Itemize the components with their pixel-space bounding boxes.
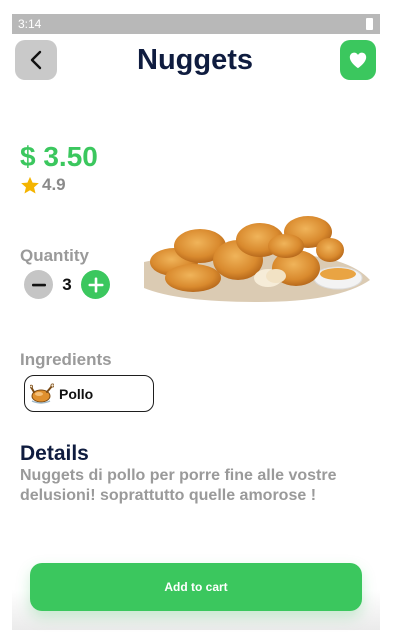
add-to-cart-label: Add to cart (164, 580, 228, 594)
star-icon (21, 176, 39, 194)
roast-chicken-icon (30, 383, 54, 404)
details-title: Details (20, 442, 89, 465)
battery-icon (366, 18, 373, 30)
page-title: Nuggets (137, 44, 253, 76)
ingredients-label: Ingredients (20, 350, 112, 369)
quantity-label: Quantity (20, 246, 89, 265)
status-bar: 3:14 (12, 14, 380, 34)
ingredient-chip[interactable]: Pollo (24, 375, 154, 412)
ingredient-label: Pollo (59, 385, 94, 402)
details-text: Nuggets di pollo per porre fine alle vos… (20, 467, 337, 504)
status-time: 3:14 (18, 17, 42, 31)
rating-value: 4.9 (42, 175, 66, 194)
favorite-button[interactable] (340, 40, 376, 80)
heart-icon (349, 52, 367, 69)
plus-icon (88, 277, 103, 292)
product-rating: 4.9 (20, 175, 66, 195)
quantity-value: 3 (62, 274, 72, 294)
decrease-quantity-button[interactable] (24, 270, 53, 299)
increase-quantity-button[interactable] (81, 270, 110, 299)
quantity-stepper: 3 (24, 270, 110, 299)
product-image (144, 216, 370, 302)
product-price: $ 3.50 (20, 141, 98, 172)
minus-icon (31, 283, 46, 286)
add-to-cart-button[interactable]: Add to cart (30, 563, 362, 611)
